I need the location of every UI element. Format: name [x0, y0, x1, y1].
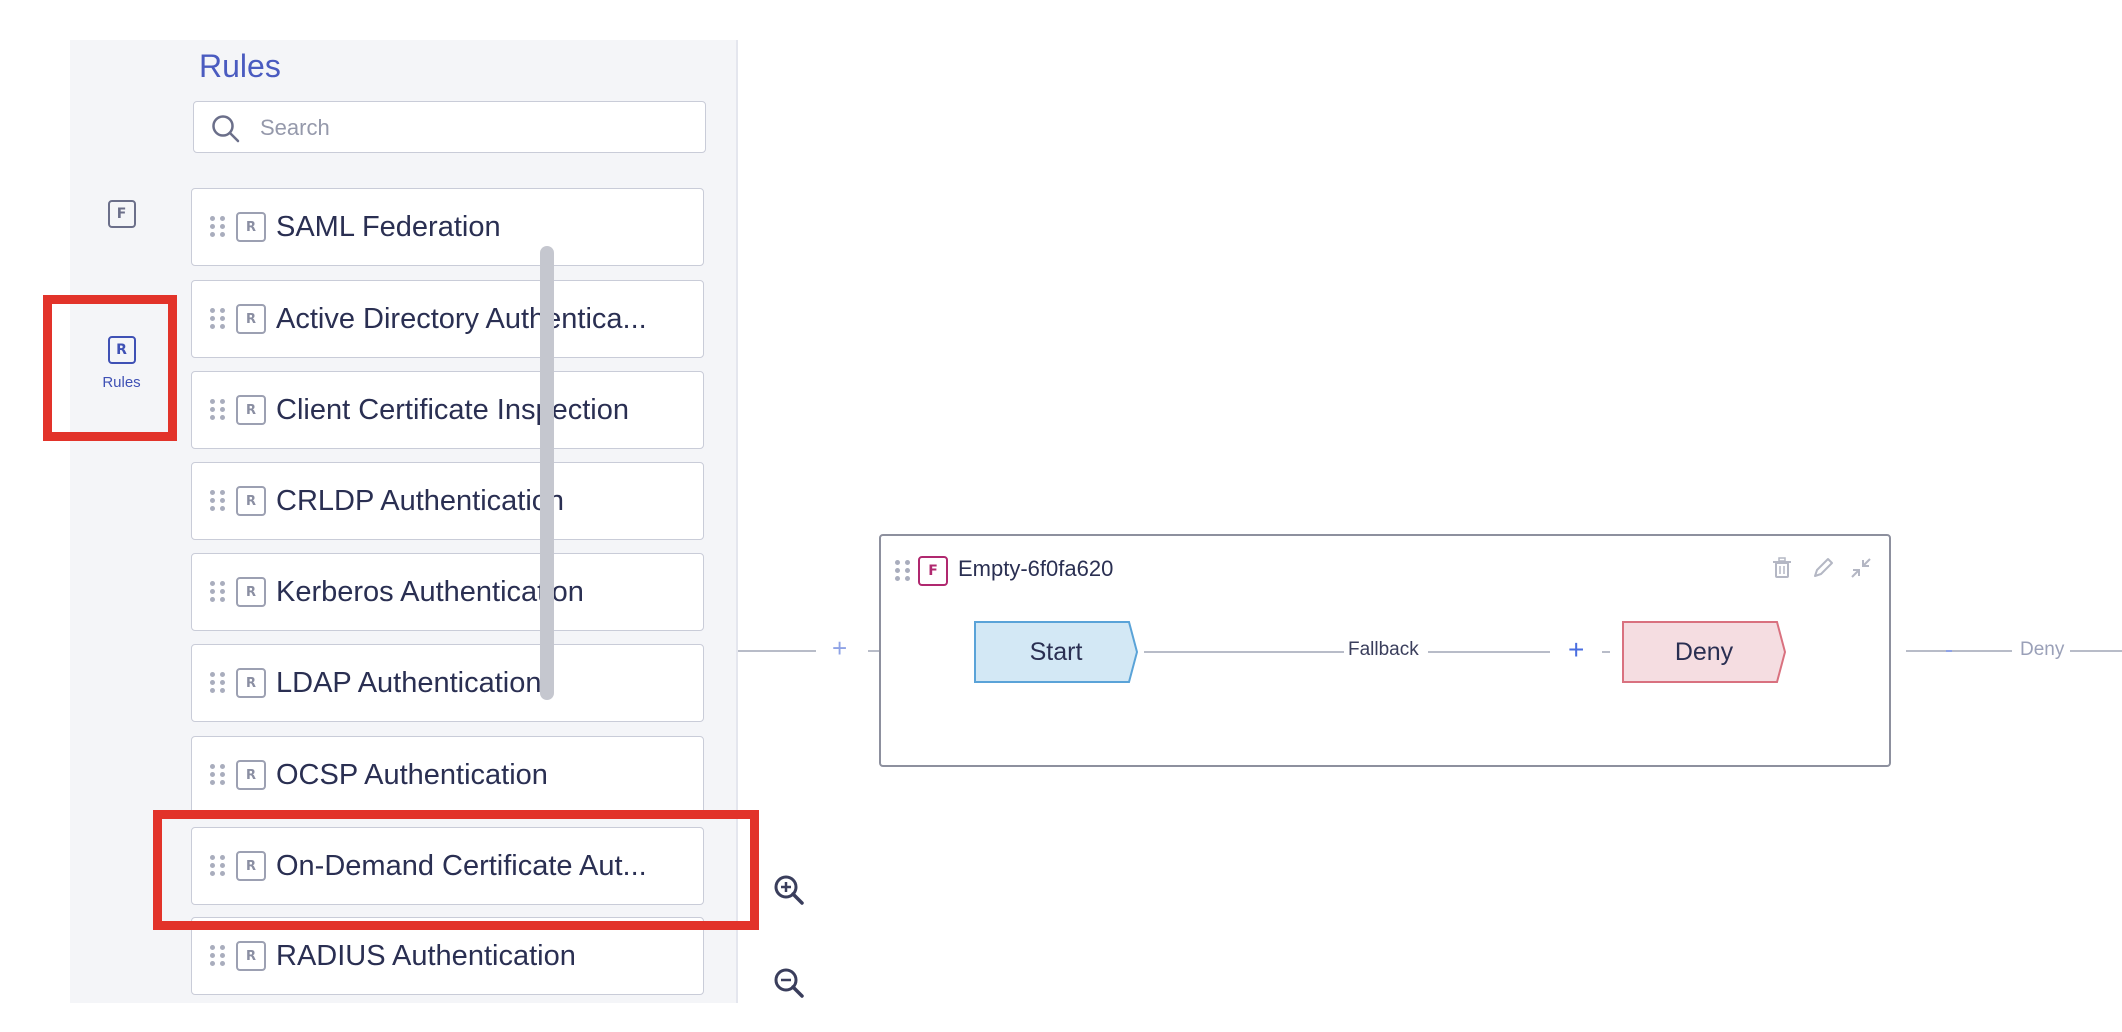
rule-label: Active Directory Authentica... [276, 302, 647, 335]
rule-icon: R [236, 851, 266, 881]
add-step-icon[interactable]: + [832, 635, 847, 661]
flow-icon: F [107, 200, 136, 228]
connector-line [1144, 651, 1344, 653]
rule-label: OCSP Authentication [276, 758, 548, 791]
deny-label: Deny [1674, 637, 1734, 666]
list-item[interactable]: R RADIUS Authentication [191, 917, 704, 995]
rule-icon: R [236, 212, 266, 242]
flow-title: Empty-6f0fa620 [958, 556, 1114, 581]
list-item[interactable]: R CRLDP Authentication [191, 462, 704, 540]
rule-icon: R [236, 668, 266, 698]
drag-handle-icon[interactable] [210, 399, 226, 421]
drag-handle-icon[interactable] [210, 672, 226, 694]
flow-tab-button[interactable]: F [70, 200, 173, 228]
rule-icon: R [236, 760, 266, 790]
drag-handle-icon[interactable] [210, 490, 226, 512]
drag-handle-icon[interactable] [210, 764, 226, 786]
drag-handle-icon[interactable] [210, 581, 226, 603]
rule-label: CRLDP Authentication [276, 484, 565, 517]
rule-icon: R [236, 486, 266, 516]
rule-label: On-Demand Certificate Aut... [276, 849, 647, 882]
rules-tab-label: Rules [102, 374, 141, 391]
drag-handle-icon[interactable] [210, 216, 226, 238]
rule-label: RADIUS Authentication [276, 939, 576, 972]
connector-line [1952, 650, 2012, 652]
flow-container[interactable]: F Empty-6f0fa620 Start Fallback + Deny [879, 534, 1891, 767]
connector-line [738, 650, 816, 652]
connector-line [1602, 651, 1610, 653]
zoom-out-icon[interactable] [772, 966, 806, 1000]
pencil-icon[interactable] [1810, 555, 1836, 581]
trash-icon[interactable] [1769, 555, 1795, 581]
rule-label: SAML Federation [276, 210, 501, 243]
connector-line [1428, 651, 1550, 653]
list-item[interactable]: R Kerberos Authentication [191, 553, 704, 631]
deny-node[interactable]: Deny [1622, 621, 1786, 683]
list-item[interactable]: R SAML Federation [191, 188, 704, 266]
collapse-icon[interactable] [1848, 555, 1874, 581]
list-item[interactable]: R On-Demand Certificate Aut... [191, 827, 704, 905]
start-node[interactable]: Start [974, 621, 1138, 683]
drag-handle-icon[interactable] [210, 855, 226, 877]
rules-editor-screen: F R Rules Rules R SAML Federation R [0, 0, 2122, 1032]
start-label: Start [1029, 637, 1083, 666]
scrollbar[interactable] [540, 246, 554, 700]
connector-line [868, 650, 879, 652]
add-step-icon[interactable]: + [1568, 636, 1584, 664]
drag-handle-icon[interactable] [210, 308, 226, 330]
fallback-label: Fallback [1344, 639, 1423, 661]
connector-line [1906, 650, 1946, 652]
flow-type-icon: F [918, 556, 948, 586]
rule-label: Client Certificate Inspection [276, 393, 629, 426]
rule-icon: R [236, 941, 266, 971]
rules-panel: Rules R SAML Federation R Active Directo… [173, 40, 738, 1003]
list-item[interactable]: R Active Directory Authentica... [191, 280, 704, 358]
rules-tab-button[interactable]: R Rules [70, 336, 173, 391]
list-item[interactable]: R OCSP Authentication [191, 736, 704, 814]
icon-rail: F R Rules [70, 40, 173, 1003]
rules-icon: R [107, 336, 136, 364]
rule-icon: R [236, 304, 266, 334]
list-item[interactable]: R Client Certificate Inspection [191, 371, 704, 449]
drag-handle-icon[interactable] [895, 560, 911, 582]
rule-label: Kerberos Authentication [276, 575, 584, 608]
rule-icon: R [236, 395, 266, 425]
rule-icon: R [236, 577, 266, 607]
connector-line [2070, 650, 2122, 652]
zoom-in-icon[interactable] [772, 873, 806, 907]
rule-list: R SAML Federation R Active Directory Aut… [173, 40, 736, 1003]
rule-label: LDAP Authentication [276, 666, 542, 699]
connector-gap [1610, 651, 1617, 653]
outer-deny-label: Deny [2016, 639, 2069, 661]
drag-handle-icon[interactable] [210, 945, 226, 967]
list-item[interactable]: R LDAP Authentication [191, 644, 704, 722]
